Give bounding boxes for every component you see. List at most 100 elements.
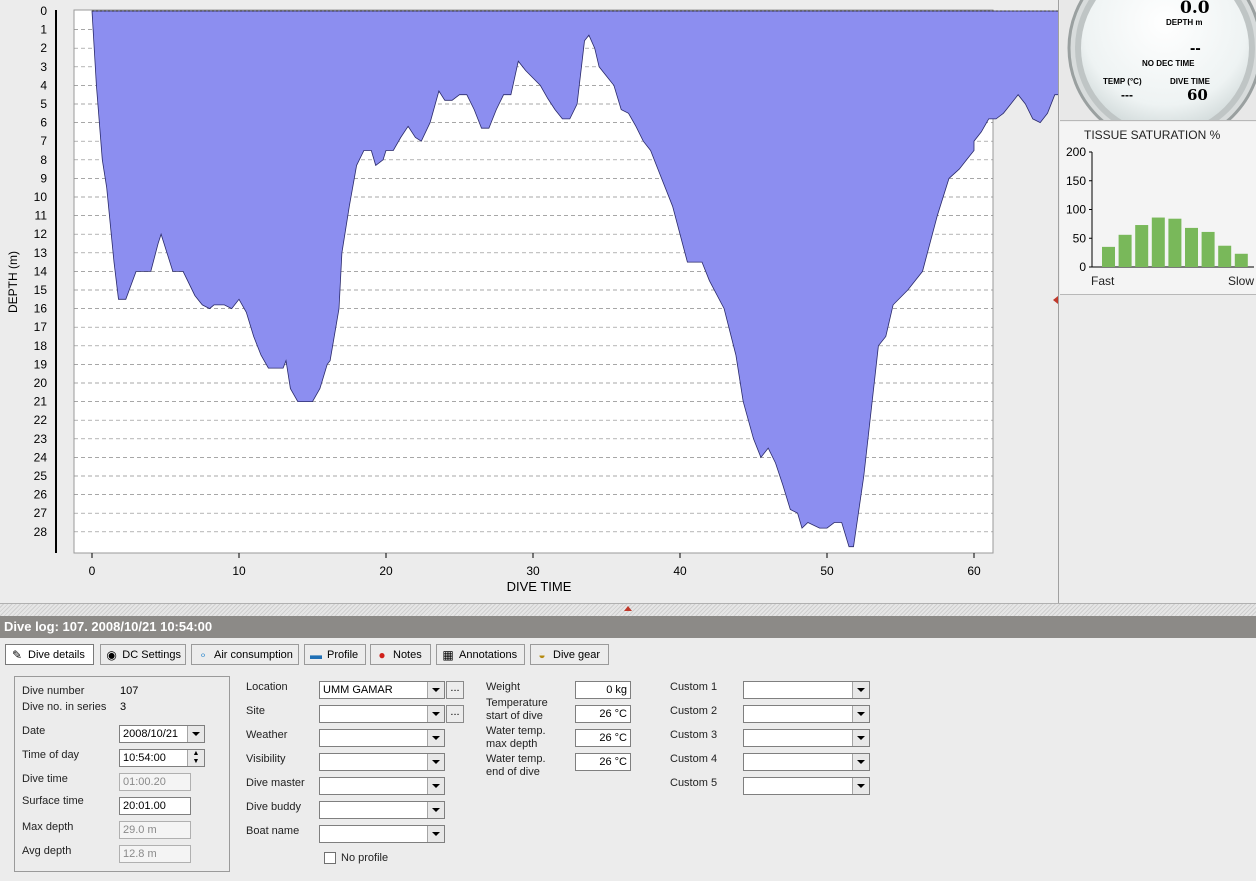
dive-time-field: 01:00.20 bbox=[119, 773, 191, 791]
weather-select[interactable] bbox=[319, 729, 445, 747]
y-tick-label: 13 bbox=[34, 246, 48, 260]
tissue-y-tick-label: 0 bbox=[1079, 260, 1086, 274]
tissue-bar bbox=[1185, 227, 1198, 267]
avg-depth-field: 12.8 m bbox=[119, 845, 191, 863]
site-label: Site bbox=[246, 705, 265, 717]
custom-5-select[interactable] bbox=[743, 777, 870, 795]
surface-time-label: Surface time bbox=[22, 795, 84, 807]
custom-3-label: Custom 3 bbox=[670, 729, 718, 741]
chevron-down-icon[interactable] bbox=[852, 730, 869, 746]
y-tick-label: 0 bbox=[40, 4, 47, 18]
chevron-down-icon[interactable] bbox=[427, 706, 444, 722]
chevron-down-icon[interactable] bbox=[427, 730, 444, 746]
y-tick-label: 25 bbox=[34, 469, 48, 483]
tissue-saturation-panel: TISSUE SATURATION % 200 150 100 50 0 Fast Sl… bbox=[1060, 122, 1256, 295]
bubbles-icon: ∘ bbox=[199, 647, 207, 662]
custom-2-select[interactable] bbox=[743, 705, 870, 723]
custom-4-select[interactable] bbox=[743, 753, 870, 771]
gauge-depth-label: DEPTH m bbox=[1166, 18, 1203, 27]
custom-2-label: Custom 2 bbox=[670, 705, 718, 717]
dive-profile-svg[interactable]: 0123456789101112131415161718192021222324… bbox=[0, 0, 1058, 603]
chevron-down-icon[interactable] bbox=[427, 778, 444, 794]
y-tick-label: 12 bbox=[34, 227, 48, 241]
spinner-arrows-icon[interactable]: ▲ ▼ bbox=[187, 750, 204, 766]
temp-max-label: Water temp. max depth bbox=[486, 725, 546, 751]
chevron-down-icon[interactable] bbox=[427, 826, 444, 842]
surface-time-field[interactable]: 20:01.00 bbox=[119, 797, 191, 815]
y-tick-label: 1 bbox=[40, 23, 47, 37]
y-axis-title: DEPTH (m) bbox=[6, 251, 20, 313]
dive-time-label: Dive time bbox=[22, 773, 68, 785]
location-select[interactable]: UMM GAMAR bbox=[319, 681, 445, 699]
y-tick-label: 5 bbox=[40, 97, 47, 111]
temp-max-field[interactable]: 26 °C bbox=[575, 729, 631, 747]
x-tick-label: 40 bbox=[673, 564, 687, 578]
tissue-y-tick-label: 50 bbox=[1073, 231, 1087, 245]
custom-4-label: Custom 4 bbox=[670, 753, 718, 765]
y-tick-label: 18 bbox=[34, 339, 48, 353]
visibility-select[interactable] bbox=[319, 753, 445, 771]
tissue-y-tick-label: 150 bbox=[1066, 174, 1086, 188]
chevron-down-icon[interactable] bbox=[427, 754, 444, 770]
chevron-down-icon[interactable] bbox=[852, 706, 869, 722]
dive-number-label: Dive number bbox=[22, 685, 85, 697]
tab-notes[interactable]: ● Notes bbox=[370, 644, 431, 665]
custom-3-select[interactable] bbox=[743, 729, 870, 747]
x-tick-label: 20 bbox=[379, 564, 393, 578]
chevron-down-icon[interactable] bbox=[427, 682, 444, 698]
custom-5-label: Custom 5 bbox=[670, 777, 718, 789]
chevron-down-icon[interactable] bbox=[852, 778, 869, 794]
weather-label: Weather bbox=[246, 729, 288, 741]
max-depth-field: 29.0 m bbox=[119, 821, 191, 839]
date-value: 2008/10/21 bbox=[123, 728, 179, 740]
boat-name-select[interactable] bbox=[319, 825, 445, 843]
temp-start-label: Temperature start of dive bbox=[486, 697, 548, 723]
chevron-down-icon[interactable] bbox=[427, 802, 444, 818]
gauge-temp-label: TEMP (°C) bbox=[1103, 77, 1142, 86]
dive-number-value: 107 bbox=[120, 685, 139, 697]
tab-label: Notes bbox=[393, 648, 422, 661]
temp-max-label-line2: max depth bbox=[486, 738, 538, 750]
y-tick-label: 28 bbox=[34, 525, 48, 539]
y-tick-label: 11 bbox=[35, 209, 48, 223]
y-tick-label: 2 bbox=[40, 41, 47, 55]
chevron-down-icon[interactable] bbox=[852, 682, 869, 698]
site-browse-button[interactable]: ... bbox=[446, 705, 464, 723]
tab-dive-gear[interactable]: ◒ Dive gear bbox=[530, 644, 609, 665]
y-tick-label: 23 bbox=[34, 432, 48, 446]
gauge-nodec-label: NO DEC TIME bbox=[1142, 59, 1195, 68]
tissue-bar bbox=[1168, 218, 1182, 267]
tab-profile[interactable]: ▬ Profile bbox=[304, 644, 366, 665]
tissue-bar bbox=[1151, 217, 1165, 267]
avg-depth-label: Avg depth bbox=[22, 845, 72, 857]
gauge-dash: -- bbox=[1190, 40, 1201, 57]
tissue-fast-label: Fast bbox=[1091, 274, 1115, 288]
tab-air-consumption[interactable]: ∘ Air consumption bbox=[191, 644, 299, 665]
dive-master-select[interactable] bbox=[319, 777, 445, 795]
custom-1-select[interactable] bbox=[743, 681, 870, 699]
tissue-bar bbox=[1201, 231, 1215, 267]
dive-profile-chart[interactable]: 0 1 2 3 4 5 6 7 8 9 10 11 12 13 14 15 16 17 18 19 20 21 22 23 24… bbox=[0, 0, 1059, 603]
temp-max-label-line1: Water temp. bbox=[486, 725, 546, 737]
location-browse-button[interactable]: ... bbox=[446, 681, 464, 699]
y-tick-label: 16 bbox=[34, 302, 48, 316]
dive-buddy-select[interactable] bbox=[319, 801, 445, 819]
chevron-down-icon[interactable] bbox=[852, 754, 869, 770]
mask-icon: ◒ bbox=[538, 647, 546, 662]
max-depth-label: Max depth bbox=[22, 821, 74, 833]
time-of-day-spinner[interactable]: 10:54:00 ▲ ▼ bbox=[119, 749, 205, 767]
x-tick-label: 10 bbox=[232, 564, 246, 578]
no-profile-checkbox[interactable] bbox=[324, 852, 336, 864]
temp-end-field[interactable]: 26 °C bbox=[575, 753, 631, 771]
y-tick-label: 4 bbox=[40, 78, 47, 92]
date-picker[interactable]: 2008/10/21 bbox=[119, 725, 205, 743]
y-tick-label: 19 bbox=[34, 357, 48, 371]
tab-dc-settings[interactable]: ◉ DC Settings bbox=[100, 644, 186, 665]
site-select[interactable] bbox=[319, 705, 445, 723]
tab-annotations[interactable]: ▦ Annotations bbox=[436, 644, 525, 665]
weight-field[interactable]: 0 kg bbox=[575, 681, 631, 699]
temp-start-field[interactable]: 26 °C bbox=[575, 705, 631, 723]
tab-dive-details[interactable]: ✎ Dive details bbox=[5, 644, 94, 665]
splitter-grip-icon[interactable] bbox=[624, 606, 632, 611]
chevron-down-icon[interactable] bbox=[187, 726, 204, 742]
